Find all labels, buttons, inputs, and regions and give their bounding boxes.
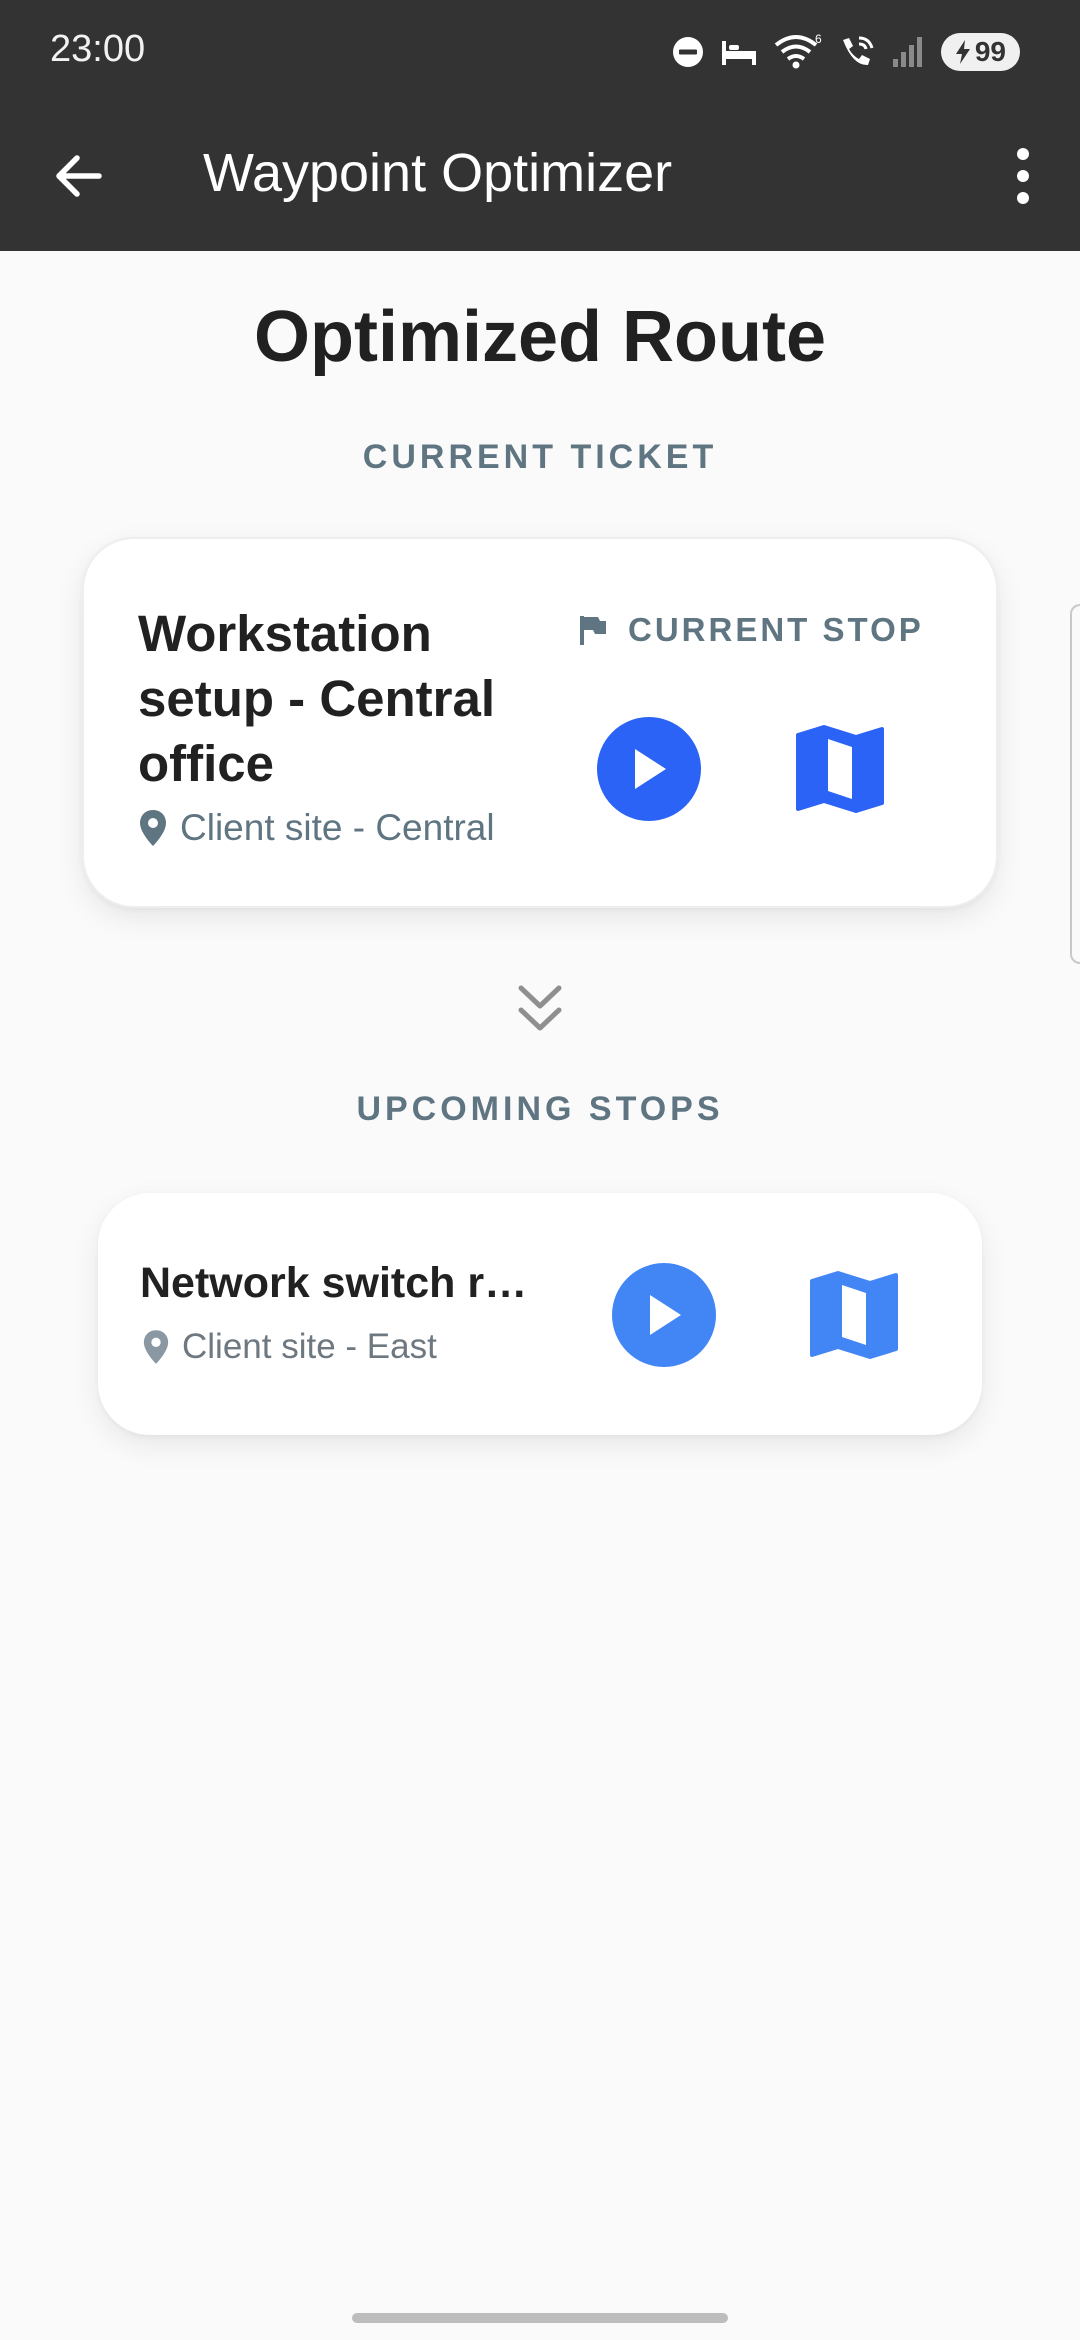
status-bar: 23:00 6 99 xyxy=(0,0,1080,100)
current-ticket-label: CURRENT TICKET xyxy=(362,438,718,476)
upcoming-stop-location-text: Client site - East xyxy=(182,1327,437,1366)
app-bar: Waypoint Optimizer xyxy=(0,100,1080,251)
more-options-button[interactable] xyxy=(988,138,1058,214)
back-button[interactable] xyxy=(40,138,116,214)
open-map-upcoming-button[interactable] xyxy=(804,1265,904,1365)
home-indicator[interactable] xyxy=(352,2313,728,2323)
wifi-calling-icon xyxy=(842,36,874,66)
current-ticket-location-text: Client site - Central xyxy=(180,807,495,848)
upcoming-stop-card[interactable]: Network switch re… Client site - East xyxy=(98,1193,982,1435)
wifi-icon: 6 xyxy=(774,33,822,69)
upcoming-stop-title: Network switch re… xyxy=(140,1259,550,1307)
upcoming-stops-label: UPCOMING STOPS xyxy=(356,1090,724,1128)
play-icon xyxy=(650,1295,681,1335)
current-ticket-card[interactable]: Workstation setup - Central office Clien… xyxy=(82,537,998,908)
location-pin-icon xyxy=(140,810,166,846)
arrow-back-icon xyxy=(56,155,102,197)
sleep-icon xyxy=(721,41,756,65)
flag-icon xyxy=(580,616,606,645)
current-ticket-location: Client site - Central xyxy=(138,807,495,849)
do-not-disturb-icon xyxy=(672,37,703,67)
start-current-ticket-button[interactable] xyxy=(597,717,701,821)
battery-charging-icon: 99 xyxy=(940,33,1020,71)
open-map-current-button[interactable] xyxy=(790,719,890,819)
start-upcoming-stop-button[interactable] xyxy=(612,1263,716,1367)
current-ticket-title: Workstation setup - Central office xyxy=(138,605,496,792)
status-icons: 6 99 xyxy=(671,28,1020,76)
side-handle[interactable] xyxy=(1070,604,1080,964)
status-time: 23:00 xyxy=(50,28,146,70)
play-icon xyxy=(635,749,666,789)
app-title: Waypoint Optimizer xyxy=(203,143,673,203)
current-stop-badge: CURRENT STOP xyxy=(578,611,924,649)
upcoming-stop-location: Client site - East xyxy=(142,1327,437,1367)
bolt-icon xyxy=(955,40,970,64)
map-icon xyxy=(810,1271,898,1359)
more-vert-icon xyxy=(1017,148,1029,204)
location-pin-icon xyxy=(143,1330,169,1364)
battery-level: 99 xyxy=(974,36,1006,67)
map-icon xyxy=(796,725,884,813)
current-stop-badge-text: CURRENT STOP xyxy=(628,611,924,648)
svg-text:6: 6 xyxy=(815,33,822,46)
double-chevron-down-icon xyxy=(518,985,562,1031)
page-title: Optimized Route xyxy=(254,297,826,377)
signal-icon xyxy=(892,37,922,67)
